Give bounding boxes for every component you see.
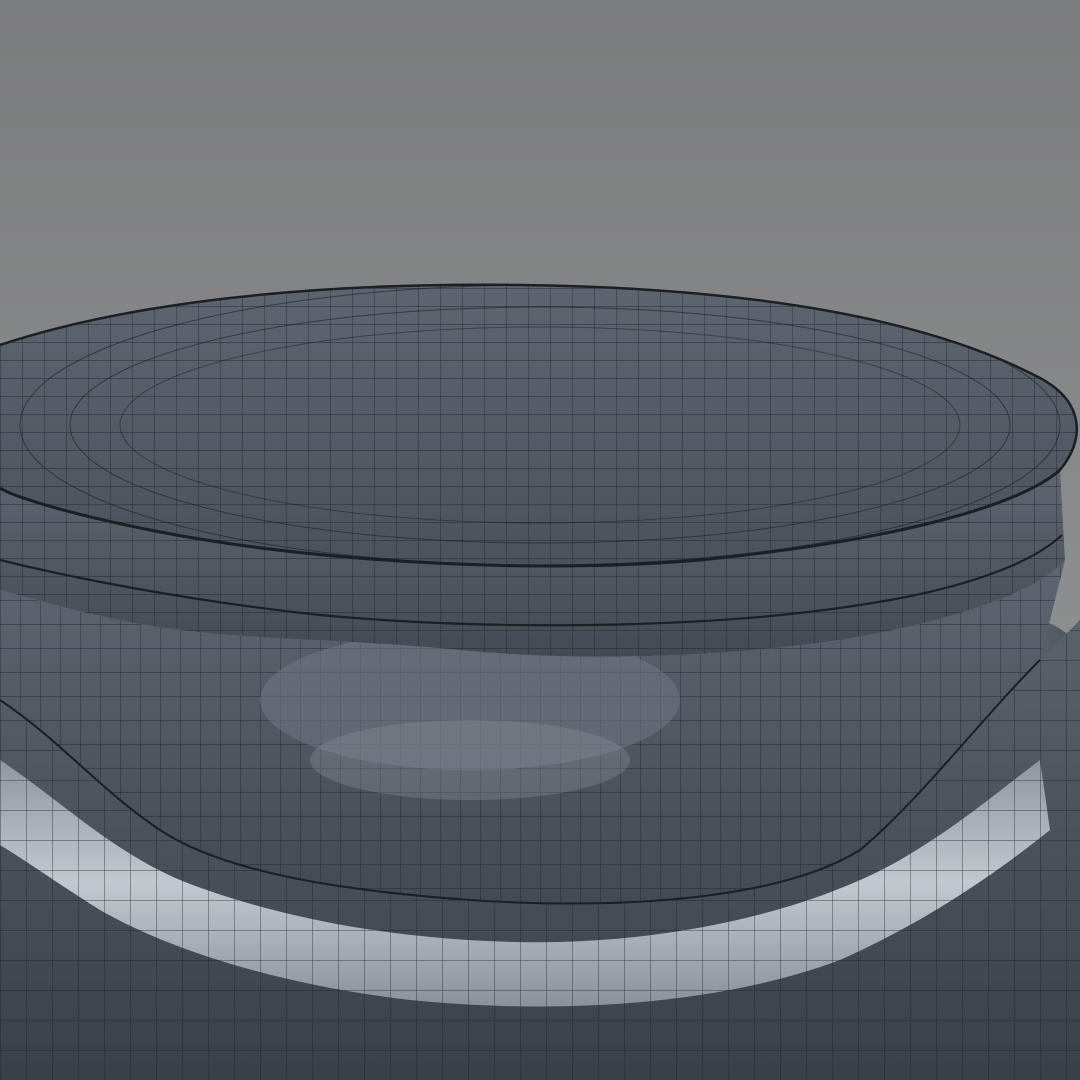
mesh-render — [0, 0, 1080, 1080]
render-viewport — [0, 0, 1080, 1080]
